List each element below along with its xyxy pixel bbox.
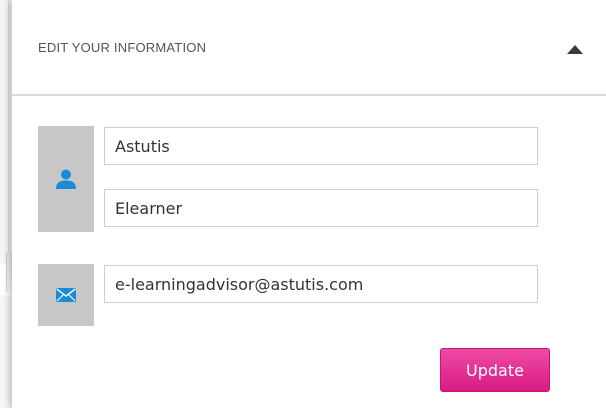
envelope-icon bbox=[56, 288, 76, 302]
email-icon-block bbox=[38, 264, 94, 326]
last-name-input[interactable] bbox=[104, 189, 538, 227]
collapse-button[interactable] bbox=[560, 36, 590, 62]
panel-title: EDIT YOUR INFORMATION bbox=[38, 40, 207, 55]
email-input[interactable] bbox=[104, 265, 538, 303]
panel-header: EDIT YOUR INFORMATION bbox=[12, 0, 606, 96]
user-icon-block bbox=[38, 126, 94, 232]
user-icon bbox=[56, 169, 76, 189]
edit-information-panel: EDIT YOUR INFORMATION Update bbox=[12, 0, 606, 408]
background-window-edge bbox=[0, 0, 9, 262]
update-button[interactable]: Update bbox=[440, 348, 550, 392]
triangle-up-icon bbox=[567, 44, 583, 54]
first-name-input[interactable] bbox=[104, 127, 538, 165]
